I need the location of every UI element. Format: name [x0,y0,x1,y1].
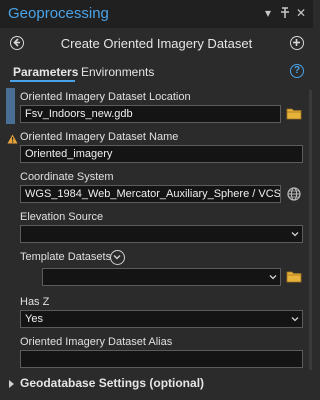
chevron-down-icon [291,232,299,237]
folder-icon[interactable] [286,270,302,283]
expand-chevron-icon[interactable] [110,250,125,265]
dropdown-menu-icon[interactable]: ▾ [262,6,274,20]
location-label: Oriented Imagery Dataset Location [20,91,191,103]
help-icon[interactable]: ? [290,64,304,78]
coord-select[interactable]: WGS_1984_Web_Mercator_Auxiliary_Sphere /… [20,185,281,203]
template-label: Template Datasets [20,251,112,263]
tab-parameters[interactable]: Parameters [13,65,78,79]
window-title: Geoprocessing [8,5,109,22]
tool-title: Create Oriented Imagery Dataset [60,36,253,51]
selected-parameter-indicator [6,88,15,124]
location-input[interactable]: Fsv_Indoors_new.gdb [20,105,281,123]
chevron-down-icon [291,317,299,322]
name-label: Oriented Imagery Dataset Name [20,131,179,143]
tab-environments[interactable]: Environments [81,65,154,79]
hasz-label: Has Z [20,296,50,308]
add-icon[interactable] [290,36,304,50]
elevation-label: Elevation Source [20,211,104,223]
hasz-value: Yes [25,313,43,325]
geodatabase-settings-section[interactable]: Geodatabase Settings (optional) [20,376,204,390]
scrollbar[interactable] [309,90,312,370]
pin-icon[interactable] [279,6,291,23]
alias-label: Oriented Imagery Dataset Alias [20,336,173,348]
close-icon[interactable]: ✕ [295,6,307,20]
elevation-select[interactable] [20,225,303,243]
title-bar: Geoprocessing ▾ ✕ [0,0,313,28]
coord-value: WGS_1984_Web_Mercator_Auxiliary_Sphere /… [25,188,281,200]
alias-input[interactable] [20,350,303,368]
chevron-down-icon [269,275,277,280]
globe-icon[interactable] [287,187,301,206]
hasz-select[interactable]: Yes [20,310,303,328]
folder-icon[interactable] [286,107,302,120]
tool-header: Create Oriented Imagery Dataset [0,28,313,58]
active-tab-indicator [10,80,75,82]
warning-icon [7,131,18,149]
expand-arrow-icon[interactable] [9,380,14,388]
coord-label: Coordinate System [20,171,114,183]
template-select[interactable] [42,268,281,286]
name-input[interactable]: Oriented_imagery [20,145,303,163]
